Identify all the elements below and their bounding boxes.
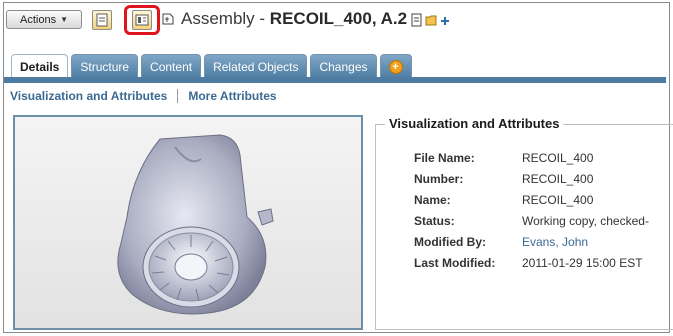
attr-row-last-modified: Last Modified: 2011-01-29 15:00 EST: [414, 252, 649, 273]
assembly-icon: [162, 13, 174, 25]
info-page-icon: [96, 13, 108, 27]
title-icons: [411, 13, 450, 30]
attributes-list: File Name: RECOIL_400 Number: RECOIL_400…: [414, 147, 649, 273]
tab-changes[interactable]: Changes: [310, 54, 377, 78]
attr-label: Last Modified:: [414, 255, 496, 270]
attr-label: Number:: [414, 171, 464, 186]
tab-label: Changes: [319, 59, 368, 74]
title-name: RECOIL_400, A.2: [269, 9, 408, 28]
title-prefix: Assembly -: [181, 9, 270, 28]
page-title: Assembly - RECOIL_400, A.2: [181, 9, 407, 29]
visualization-panel[interactable]: [13, 115, 363, 330]
attr-value: Working copy, checked-: [522, 213, 649, 228]
chevron-down-icon: ▼: [60, 15, 68, 24]
attr-label: Status:: [414, 213, 455, 228]
attr-row-modified-by: Modified By: Evans, John: [414, 231, 649, 252]
sub-navigation: Visualization and Attributes More Attrib…: [10, 89, 277, 103]
attr-label: Name:: [414, 192, 451, 207]
attr-row-number: Number: RECOIL_400: [414, 168, 649, 189]
document-icon[interactable]: [411, 13, 423, 30]
more-attributes-link[interactable]: More Attributes: [188, 89, 276, 103]
add-icon[interactable]: [440, 15, 450, 29]
attr-label: File Name:: [414, 150, 475, 165]
part-thumbnail: [117, 134, 274, 315]
tab-label: Related Objects: [213, 59, 299, 74]
attributes-title: Visualization and Attributes: [385, 116, 564, 131]
tab-details[interactable]: Details: [11, 54, 69, 78]
tab-label: Details: [20, 59, 60, 74]
modified-by-link[interactable]: Evans, John: [522, 235, 588, 249]
tab-label: Structure: [80, 59, 130, 74]
actions-label: Actions: [20, 13, 57, 26]
actions-menu-button[interactable]: Actions ▼: [6, 10, 82, 29]
attr-label: Modified By:: [414, 234, 486, 249]
tab-content[interactable]: Content: [141, 54, 202, 78]
tab-structure[interactable]: Structure: [71, 54, 139, 78]
attr-row-status: Status: Working copy, checked-: [414, 210, 649, 231]
attr-row-name: Name: RECOIL_400: [414, 189, 649, 210]
visualization-link[interactable]: Visualization and Attributes: [10, 89, 167, 103]
tab-bar: Details Structure Content Related Object…: [11, 54, 412, 78]
tab-label: Content: [150, 59, 193, 74]
attr-value: RECOIL_400: [522, 171, 594, 186]
divider: [177, 89, 179, 103]
view-info-button[interactable]: [92, 10, 112, 30]
attr-value: 2011-01-29 15:00 EST: [522, 255, 643, 270]
plus-circle-icon: +: [388, 59, 403, 74]
header: Actions ▼ Assembly - RECOIL_400, A.2: [6, 5, 666, 35]
tab-bar-underline: [4, 77, 666, 83]
tab-related-objects[interactable]: Related Objects: [204, 54, 308, 78]
folder-icon[interactable]: [425, 14, 438, 29]
tab-add[interactable]: +: [379, 54, 412, 78]
highlight-box: [124, 5, 160, 35]
attr-value: RECOIL_400: [522, 192, 594, 207]
attr-value: RECOIL_400: [522, 150, 594, 165]
attr-row-file-name: File Name: RECOIL_400: [414, 147, 649, 168]
